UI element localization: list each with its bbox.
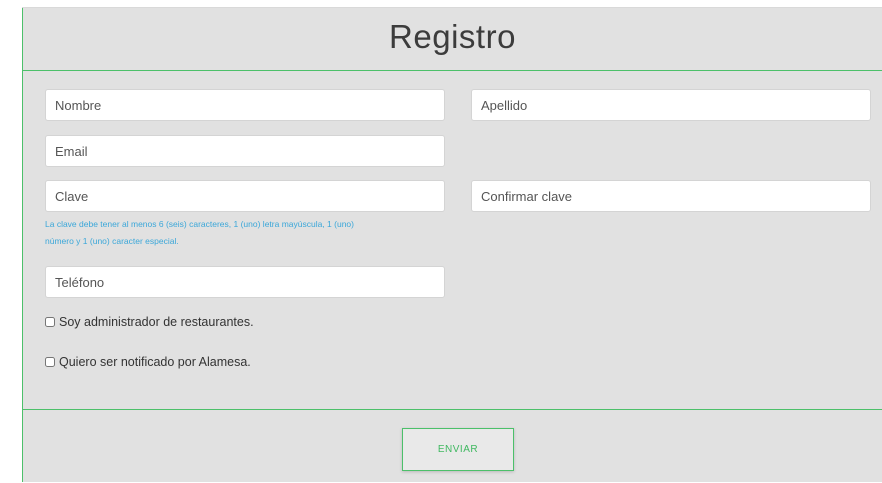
email-input[interactable] [45,135,445,167]
telefono-input[interactable] [45,266,445,298]
clave-input[interactable] [45,180,445,212]
notify-checkbox-label: Quiero ser notificado por Alamesa. [59,355,251,369]
admin-checkbox-row[interactable]: Soy administrador de restaurantes. [45,315,254,329]
apellido-input[interactable] [471,89,871,121]
password-hint-line-2: número y 1 (uno) caracter especial. [45,236,179,246]
submit-button[interactable]: ENVIAR [402,428,514,471]
password-hint-line-1: La clave debe tener al menos 6 (seis) ca… [45,219,354,229]
form-header: Registro [23,8,882,71]
page-title: Registro [389,18,516,55]
notify-checkbox[interactable] [45,357,55,367]
registration-panel: Registro La clave debe tener al menos 6 … [22,8,882,482]
password-hint: La clave debe tener al menos 6 (seis) ca… [45,216,445,250]
form-footer: ENVIAR [23,409,882,483]
admin-checkbox-label: Soy administrador de restaurantes. [59,315,254,329]
notify-checkbox-row[interactable]: Quiero ser notificado por Alamesa. [45,355,251,369]
nombre-input[interactable] [45,89,445,121]
confirmar-clave-input[interactable] [471,180,871,212]
admin-checkbox[interactable] [45,317,55,327]
